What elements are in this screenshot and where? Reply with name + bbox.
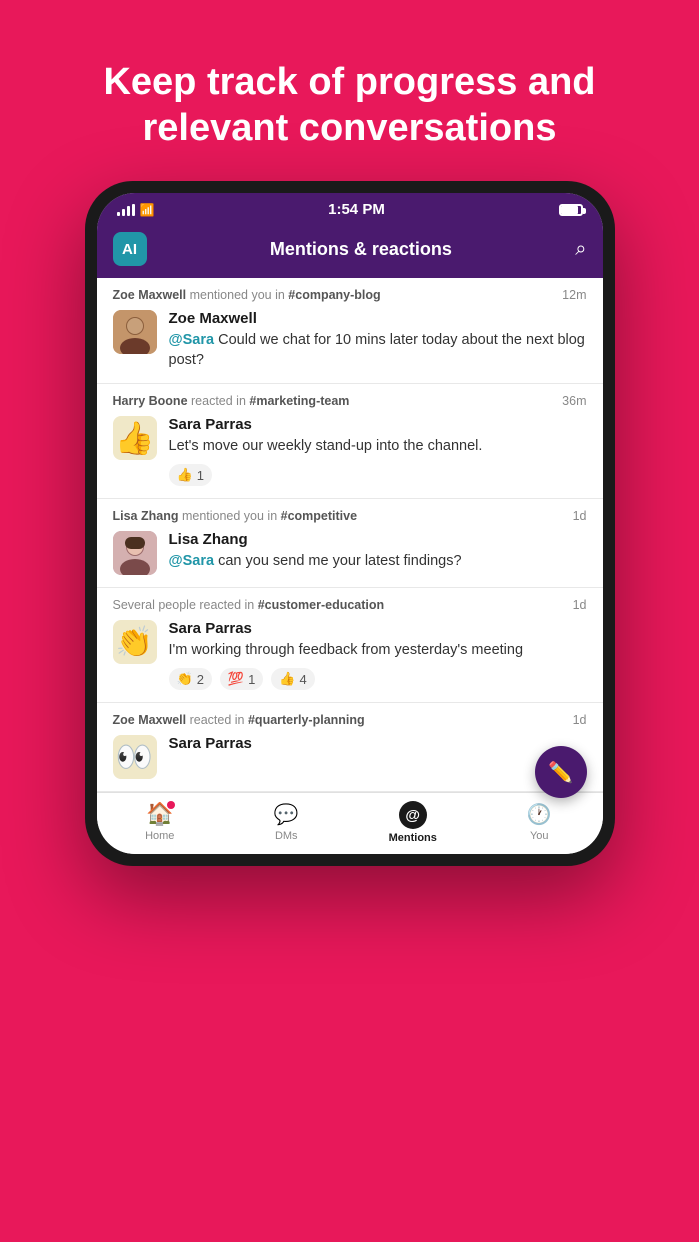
feed-author: Lisa Zhang [169,531,587,548]
page-title: Mentions & reactions [270,239,452,260]
feed-time: 1d [573,509,587,523]
avatar [113,310,157,354]
tab-you-label: You [530,830,549,842]
feed-time: 36m [562,394,586,408]
tab-home[interactable]: 🏠 Home [97,801,224,844]
tab-bar: 🏠 Home 💬 DMs @ Mentions 🕐 [97,792,603,854]
reactions: 👏2 💯1 👍4 [169,668,587,690]
feed-meta-text: Zoe Maxwell reacted in #quarterly-planni… [113,713,365,727]
feed-content: Zoe Maxwell @Sara Could we chat for 10 m… [169,310,587,371]
battery-icon [559,204,583,216]
fab-button[interactable]: ✏️ [535,746,587,798]
feed: Zoe Maxwell mentioned you in #company-bl… [97,278,603,792]
feed-item: Zoe Maxwell reacted in #quarterly-planni… [97,703,603,792]
ai-avatar[interactable]: AI [113,232,147,266]
feed-author: Sara Parras [169,735,587,752]
tab-mentions[interactable]: @ Mentions [350,801,477,844]
tab-home-label: Home [145,830,174,842]
reaction-badge[interactable]: 👍4 [271,668,314,690]
feed-author: Zoe Maxwell [169,310,587,327]
tab-mentions-label: Mentions [389,832,437,844]
feed-time: 1d [573,713,587,727]
feed-content: Sara Parras [169,735,587,779]
tab-you[interactable]: 🕐 You [476,801,603,844]
feed-content: Sara Parras I'm working through feedback… [169,620,587,690]
feed-message: @Sara Could we chat for 10 mins later to… [169,330,587,371]
nav-header: AI Mentions & reactions ⌕ [97,224,603,278]
wifi-icon: 📶 [140,203,155,217]
feed-time: 1d [573,598,587,612]
feed-content: Sara Parras Let's move our weekly stand-… [169,416,587,486]
reactions: 👍1 [169,464,587,486]
search-icon[interactable]: ⌕ [575,238,586,261]
feed-message: Let's move our weekly stand-up into the … [169,436,587,456]
reaction-badge[interactable]: 👍1 [169,464,212,486]
mentions-icon: @ [399,801,427,829]
hero-line1: Keep track of progress and [103,61,595,103]
compose-icon: ✏️ [548,760,573,785]
emoji-avatar: 👏 [113,620,157,664]
hero-section: Keep track of progress and relevant conv… [23,0,675,181]
feed-message: @Sara can you send me your latest findin… [169,551,587,571]
feed-item: Harry Boone reacted in #marketing-team 3… [97,384,603,499]
phone-wrapper: 📶 1:54 PM AI Mentions & reactions ⌕ Zoe … [85,181,615,866]
feed-meta-text: Lisa Zhang mentioned you in #competitive [113,509,358,523]
feed-item: Several people reacted in #customer-educ… [97,588,603,703]
status-time: 1:54 PM [328,201,385,218]
reaction-badge[interactable]: 👏2 [169,668,212,690]
feed-meta-text: Zoe Maxwell mentioned you in #company-bl… [113,288,381,302]
feed-time: 12m [562,288,586,302]
feed-item: Zoe Maxwell mentioned you in #company-bl… [97,278,603,384]
status-bar: 📶 1:54 PM [97,193,603,224]
you-icon: 🕐 [527,804,552,826]
feed-author: Sara Parras [169,620,587,637]
reaction-badge[interactable]: 💯1 [220,668,263,690]
signal-icon [117,204,135,216]
hero-line2: relevant conversations [143,107,557,149]
avatar [113,531,157,575]
dms-icon: 💬 [274,804,299,826]
emoji-avatar: 👀 [113,735,157,779]
feed-message: I'm working through feedback from yester… [169,640,587,660]
feed-item: Lisa Zhang mentioned you in #competitive… [97,499,603,588]
emoji-avatar: 👍 [113,416,157,460]
feed-content: Lisa Zhang @Sara can you send me your la… [169,531,587,575]
feed-meta-text: Harry Boone reacted in #marketing-team [113,394,350,408]
phone-screen: 📶 1:54 PM AI Mentions & reactions ⌕ Zoe … [97,193,603,854]
tab-dms-label: DMs [275,830,298,842]
feed-meta-text: Several people reacted in #customer-educ… [113,598,385,612]
feed-author: Sara Parras [169,416,587,433]
tab-dms[interactable]: 💬 DMs [223,801,350,844]
